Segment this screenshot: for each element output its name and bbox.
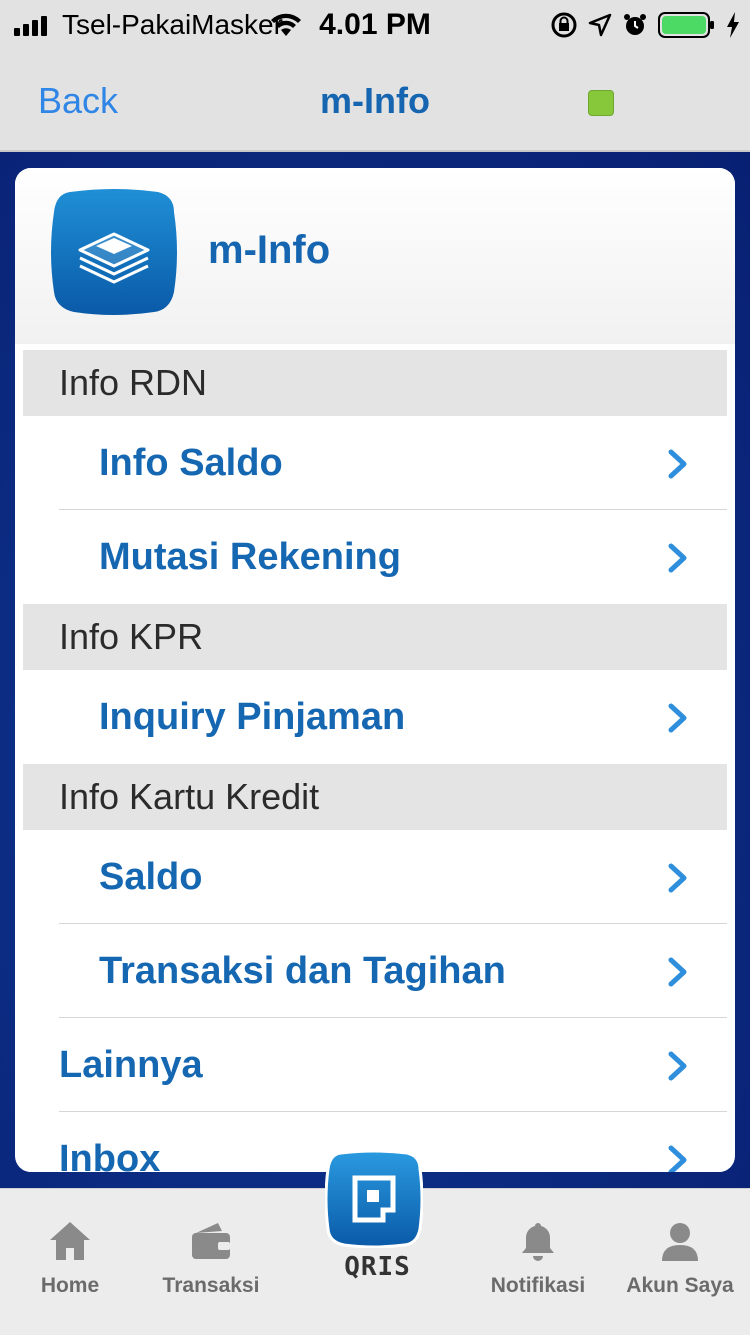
menu-item-label: Saldo — [99, 855, 203, 898]
menu-item-label: Mutasi Rekening — [99, 535, 401, 578]
battery-icon — [658, 12, 714, 38]
tab-label: Notifikasi — [490, 1274, 586, 1297]
status-indicator — [588, 90, 614, 116]
menu-item-label: Inbox — [59, 1137, 161, 1173]
location-icon — [588, 13, 612, 37]
qris-label: QRIS — [344, 1252, 411, 1282]
section-header-info-rdn: Info RDN — [23, 350, 727, 416]
tab-akun-saya[interactable]: Akun Saya — [610, 1219, 750, 1298]
charging-icon — [727, 12, 739, 38]
section-header-info-kartu-kredit: Info Kartu Kredit — [23, 764, 727, 830]
status-bar: Tsel-PakaiMasker 4.01 PM — [0, 0, 750, 50]
home-icon — [50, 1222, 90, 1260]
chevron-right-icon — [668, 863, 687, 893]
chevron-right-icon — [668, 1051, 687, 1081]
menu-item-label: Lainnya — [59, 1043, 203, 1086]
section-header-info-kpr: Info KPR — [23, 604, 727, 670]
nav-bar: Back m-Info — [0, 50, 750, 152]
chevron-right-icon — [668, 957, 687, 987]
menu-item-info-saldo[interactable]: Info Saldo — [23, 416, 727, 510]
menu-item-inquiry-pinjaman[interactable]: Inquiry Pinjaman — [23, 670, 727, 764]
menu-item-label: Transaksi dan Tagihan — [99, 949, 506, 992]
tab-label: Home — [40, 1274, 100, 1297]
chevron-right-icon — [668, 543, 687, 573]
tab-notifikasi[interactable]: Notifikasi — [468, 1219, 608, 1298]
menu-item-label: Info Saldo — [99, 441, 283, 484]
menu-item-saldo[interactable]: Saldo — [23, 830, 727, 924]
tab-label: Transaksi — [162, 1274, 260, 1297]
qris-button[interactable] — [325, 1150, 423, 1248]
menu-item-lainnya[interactable]: Lainnya — [23, 1018, 727, 1112]
tab-home[interactable]: Home — [0, 1219, 140, 1298]
card-title: m-Info — [208, 228, 331, 272]
menu-list[interactable]: Info RDN Info Saldo Mutasi Rekening Info… — [23, 350, 727, 1172]
rotation-lock-icon — [551, 12, 577, 38]
user-icon — [662, 1223, 698, 1261]
tab-transaksi[interactable]: Transaksi — [141, 1219, 281, 1298]
document-stack-icon — [51, 189, 177, 315]
menu-card: m-Info Info RDN Info Saldo Mutasi Rekeni… — [15, 168, 735, 1172]
card-header: m-Info — [15, 168, 735, 344]
page-title: m-Info — [320, 80, 430, 121]
chevron-right-icon — [668, 449, 687, 479]
menu-item-label: Inquiry Pinjaman — [99, 695, 406, 738]
alarm-icon — [624, 14, 646, 35]
wallet-icon — [192, 1223, 230, 1259]
tab-label: Akun Saya — [626, 1274, 734, 1297]
menu-item-mutasi-rekening[interactable]: Mutasi Rekening — [23, 510, 727, 604]
status-right-icons — [550, 8, 740, 42]
chevron-right-icon — [668, 1145, 687, 1172]
chevron-right-icon — [668, 703, 687, 733]
menu-item-transaksi-dan-tagihan[interactable]: Transaksi dan Tagihan — [23, 924, 727, 1018]
bell-icon — [522, 1223, 554, 1261]
